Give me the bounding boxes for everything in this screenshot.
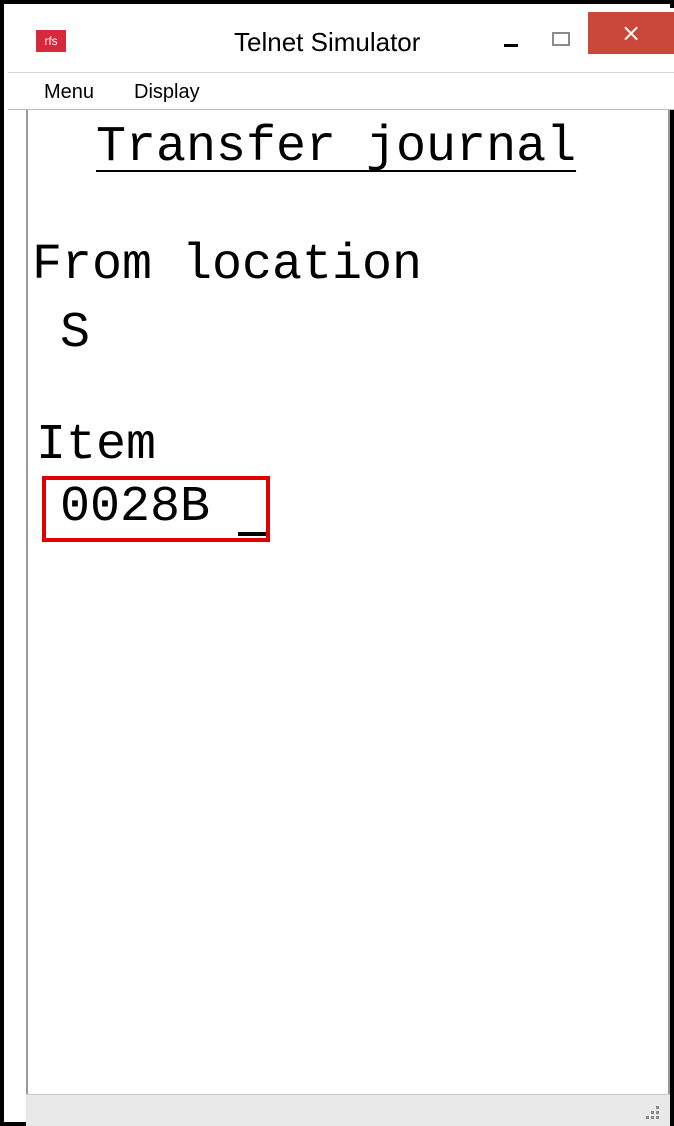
resize-grip-icon[interactable] xyxy=(646,1106,660,1120)
terminal-screen: Transfer journal From location S Item 00… xyxy=(26,110,670,1096)
menu-item-menu[interactable]: Menu xyxy=(44,79,94,105)
item-input-field[interactable]: 0028B xyxy=(42,476,270,542)
menu-bar: Menu Display xyxy=(8,72,674,110)
title-bar[interactable]: rfs Telnet Simulator × xyxy=(8,8,674,72)
item-label: Item xyxy=(36,417,157,474)
screen-title: Transfer journal xyxy=(96,119,577,176)
close-button[interactable]: × xyxy=(588,12,674,54)
status-bar xyxy=(26,1094,670,1126)
from-location-value: S xyxy=(60,305,91,362)
maximize-button[interactable] xyxy=(538,22,578,58)
text-cursor xyxy=(238,532,266,536)
telnet-simulator-window: rfs Telnet Simulator × Menu Display Tran… xyxy=(0,0,674,1126)
minimize-button[interactable] xyxy=(490,22,530,58)
item-input-value: 0028B xyxy=(60,479,211,536)
from-location-label: From location xyxy=(32,237,423,294)
app-icon: rfs xyxy=(36,30,66,52)
menu-item-display[interactable]: Display xyxy=(134,79,200,105)
window-title: Telnet Simulator xyxy=(234,27,421,57)
